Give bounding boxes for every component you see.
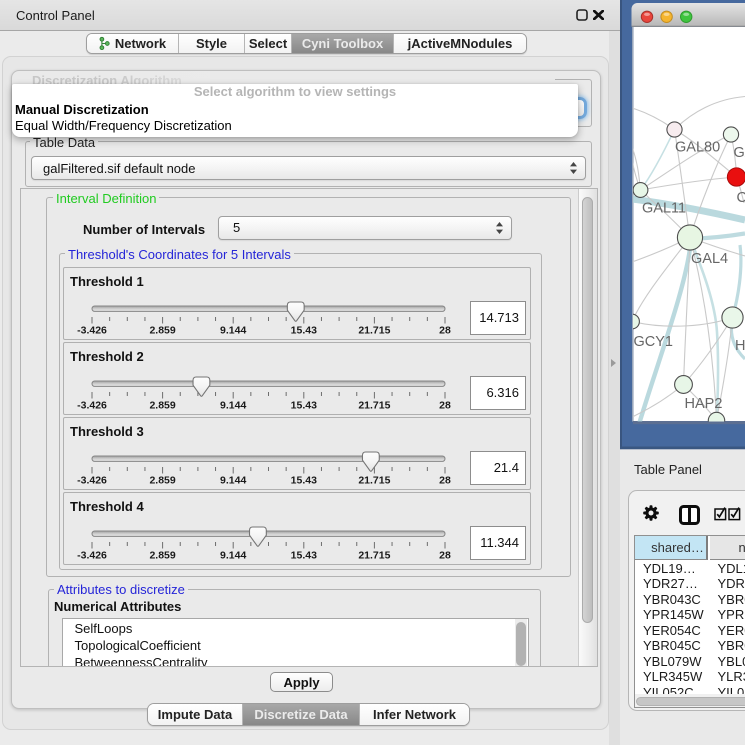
svg-text:GAL3: GAL3 bbox=[734, 145, 745, 161]
svg-text:GCY1: GCY1 bbox=[634, 334, 674, 350]
svg-text:GAL11: GAL11 bbox=[642, 201, 686, 217]
svg-text:HA: HA bbox=[735, 338, 745, 354]
svg-text:GAL80: GAL80 bbox=[675, 140, 720, 156]
svg-text:HAP2: HAP2 bbox=[685, 396, 723, 412]
svg-text:GAL4: GAL4 bbox=[691, 251, 728, 267]
svg-text:CY: CY bbox=[737, 190, 745, 206]
